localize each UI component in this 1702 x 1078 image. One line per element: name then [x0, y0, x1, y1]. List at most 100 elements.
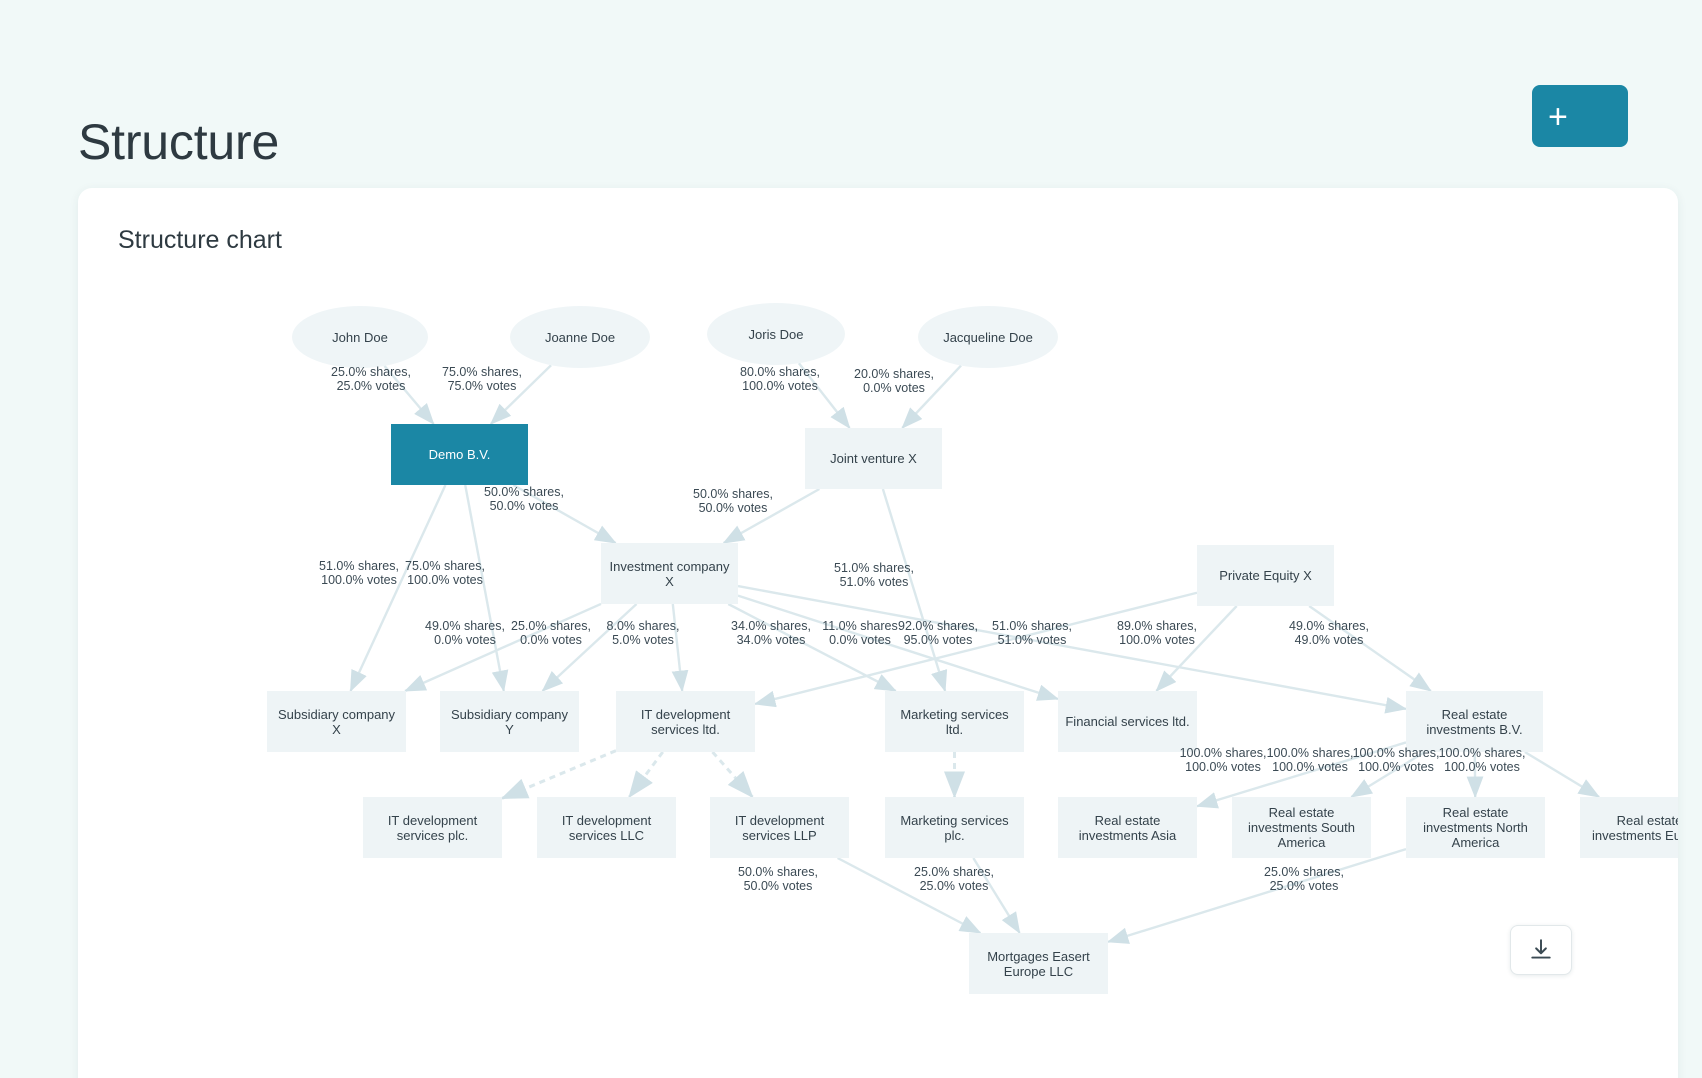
chart-node[interactable]: Joris Doe — [707, 303, 845, 365]
edge-label-votes: 49.0% votes — [1294, 633, 1364, 647]
edge-label-votes: 0.0% votes — [520, 633, 582, 647]
edge-label-votes: 100.0% votes — [1444, 760, 1520, 774]
edge-label-shares: 50.0% shares, — [484, 485, 564, 499]
chart-node-label: IT development services LLP — [734, 812, 825, 843]
add-button[interactable]: + — [1532, 85, 1628, 147]
edge-label: 8.0% shares, 5.0% votes — [583, 619, 703, 647]
chart-node[interactable]: John Doe — [292, 306, 428, 368]
chart-edge — [972, 857, 1021, 935]
chart-node[interactable]: Marketing services plc. — [885, 797, 1024, 858]
edge-label-votes: 100.0% votes — [1272, 760, 1348, 774]
edge-label: 25.0% shares, 25.0% votes — [1244, 865, 1364, 893]
chart-edge — [1524, 750, 1601, 799]
chart-edge — [722, 487, 820, 545]
chart-node-label: Marketing services plc. — [900, 812, 1009, 843]
chart-edge — [753, 591, 1198, 708]
edge-label-votes: 0.0% votes — [829, 633, 891, 647]
structure-chart-canvas[interactable]: John Doe Joanne Doe Joris Doe Jacqueline Do… — [78, 188, 1678, 1078]
chart-node[interactable]: Real estate investments North America — [1406, 797, 1545, 858]
edge-label-votes: 25.0% votes — [919, 879, 989, 893]
chart-edge — [349, 484, 447, 693]
chart-edge — [464, 484, 509, 693]
edge-label: 51.0% shares, 51.0% votes — [814, 561, 934, 589]
chart-node[interactable]: Real estate investments B.V. — [1406, 691, 1543, 752]
edge-label: 51.0% shares, 100.0% votes — [299, 559, 419, 587]
download-button[interactable] — [1510, 925, 1572, 975]
chart-node-label: IT development services plc. — [387, 812, 478, 843]
edge-label-shares: 89.0% shares, — [1117, 619, 1197, 633]
chart-node[interactable]: Marketing services ltd. — [885, 691, 1024, 752]
chart-edge — [404, 602, 602, 693]
chart-node-label: Demo B.V. — [428, 447, 491, 462]
chart-node-label: Real estate investments South America — [1248, 805, 1355, 850]
chart-node[interactable]: Subsidiary company Y — [440, 691, 579, 752]
chart-edge — [489, 364, 552, 425]
chart-node[interactable]: Private Equity X — [1197, 545, 1334, 606]
edge-label-votes: 100.0% votes — [1185, 760, 1261, 774]
edge-label-votes: 100.0% votes — [321, 573, 397, 587]
chart-edge — [541, 603, 638, 692]
edge-label-votes: 100.0% votes — [742, 379, 818, 393]
chart-node[interactable]: Jacqueline Doe — [918, 306, 1058, 368]
edge-label-votes: 100.0% votes — [1358, 760, 1434, 774]
edge-label-votes: 34.0% votes — [736, 633, 806, 647]
edge-label-shares: 25.0% shares, — [1264, 865, 1344, 879]
edge-label-shares: 51.0% shares, — [319, 559, 399, 573]
chart-node-label: IT development services ltd. — [640, 706, 731, 737]
chart-node[interactable]: Joint venture X — [805, 428, 942, 489]
edge-label-shares: 34.0% shares, — [731, 619, 811, 633]
edge-label-shares: 49.0% shares, — [1289, 619, 1369, 633]
edge-label-votes: 50.0% votes — [489, 499, 559, 513]
chart-node[interactable]: Financial services ltd. — [1058, 691, 1197, 752]
chart-node-label: Jacqueline Doe — [943, 329, 1033, 345]
chart-node[interactable]: IT development services LLP — [710, 797, 849, 858]
chart-edge — [1155, 605, 1238, 692]
chart-edge — [727, 602, 897, 693]
page-title: Structure — [78, 113, 280, 170]
edge-label: 50.0% shares, 50.0% votes — [673, 487, 793, 515]
chart-node[interactable]: Real estate investments South America — [1232, 797, 1371, 858]
edge-label-shares: 92.0% shares, — [898, 619, 978, 633]
chart-node[interactable]: Real estate investments Europe — [1580, 797, 1678, 858]
chart-node[interactable]: Mortgages Easert Europe LLC — [969, 933, 1108, 994]
chart-edge — [881, 488, 948, 693]
chart-edge — [901, 364, 962, 429]
download-icon — [1528, 937, 1554, 963]
chart-node[interactable]: Joanne Doe — [510, 306, 650, 368]
chart-node[interactable]: Subsidiary company X — [267, 691, 406, 752]
edge-label-shares: 100.0% shares, — [1266, 746, 1354, 760]
edge-label-votes: 95.0% votes — [903, 633, 973, 647]
chart-node[interactable]: Demo B.V. — [391, 424, 528, 485]
chart-edge — [837, 856, 982, 935]
edge-label: 20.0% shares, 0.0% votes — [834, 367, 954, 395]
structure-page: Structure + Structure chart John Doe Joan… — [0, 0, 1702, 1078]
chart-edge — [1106, 847, 1407, 944]
chart-edge — [500, 749, 617, 800]
edge-label: 25.0% shares, 25.0% votes — [311, 365, 431, 393]
chart-node[interactable]: IT development services ltd. — [616, 691, 755, 752]
chart-node-label: Joanne Doe — [544, 329, 616, 345]
edge-label-shares: 80.0% shares, — [740, 365, 820, 379]
edge-label-votes: 0.0% votes — [863, 381, 925, 395]
chart-node[interactable]: Investment company X — [601, 543, 738, 604]
edge-label: 80.0% shares, 100.0% votes — [720, 365, 840, 393]
chart-node-label: Real estate investments North America — [1423, 805, 1528, 850]
edge-label-shares: 8.0% shares, — [606, 619, 680, 633]
edge-label-votes: 75.0% votes — [447, 379, 517, 393]
edge-label: 100.0% shares, 100.0% votes — [1250, 746, 1370, 774]
chart-node-label: Financial services ltd. — [1065, 714, 1190, 729]
edge-label: 92.0% shares, 95.0% votes — [878, 619, 998, 647]
edge-label-votes: 25.0% votes — [336, 379, 406, 393]
edge-label-votes: 50.0% votes — [743, 879, 813, 893]
edge-label-shares: 25.0% shares, — [914, 865, 994, 879]
chart-node[interactable]: IT development services LLC — [537, 797, 676, 858]
edge-label-votes: 51.0% votes — [997, 633, 1067, 647]
chart-node-label: Real estate investments Europe — [1592, 812, 1678, 843]
chart-node[interactable]: IT development services plc. — [363, 797, 502, 858]
chart-edge — [737, 594, 1060, 701]
structure-chart-card: Structure chart John Doe Joanne Doe Joris … — [78, 188, 1678, 1078]
edge-label-votes: 50.0% votes — [698, 501, 768, 515]
chart-node[interactable]: Real estate investments Asia — [1058, 797, 1197, 858]
chart-node-label: Marketing services ltd. — [900, 706, 1009, 737]
edge-label: 25.0% shares, 25.0% votes — [894, 865, 1014, 893]
